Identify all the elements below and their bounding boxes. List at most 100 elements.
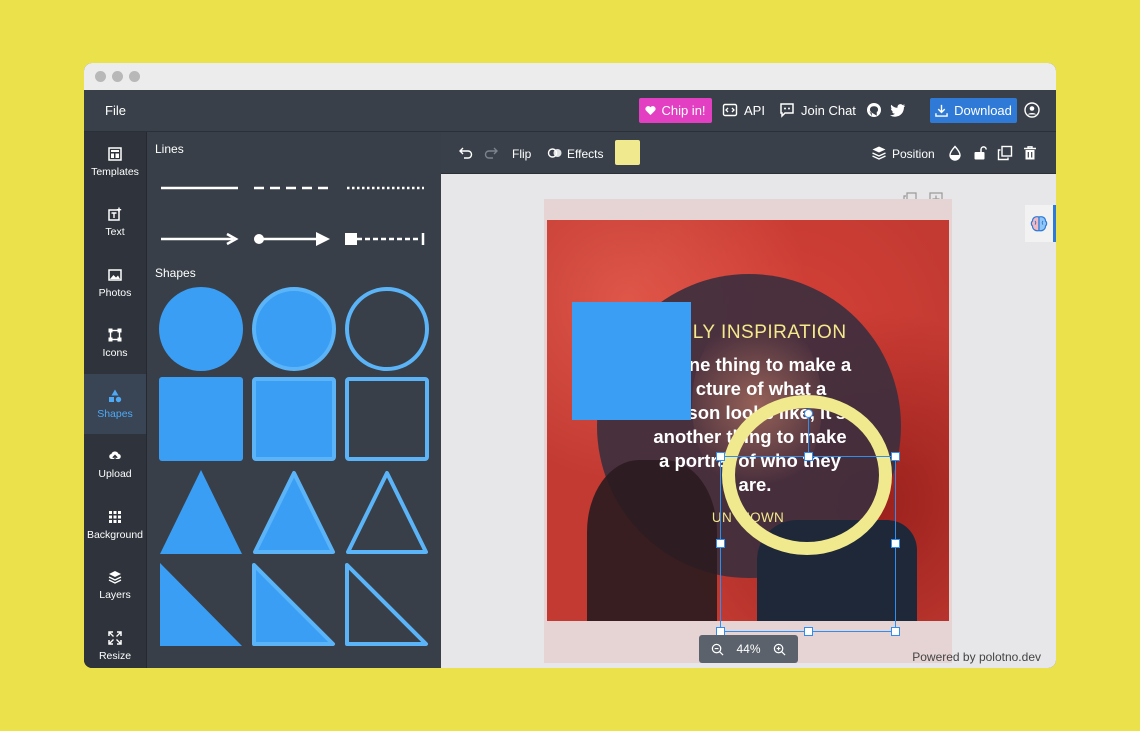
shape-circle-filled[interactable]: [159, 287, 243, 371]
sidebar-item-label: Background: [86, 528, 144, 541]
icons-icon: [108, 328, 122, 341]
background-icon: [109, 510, 121, 523]
download-icon: [935, 104, 948, 117]
file-menu[interactable]: File: [105, 103, 126, 118]
shapes-icon: [109, 389, 122, 402]
sidebar-item-label: Resize: [98, 649, 132, 662]
sidebar-item-text[interactable]: Text: [84, 192, 146, 252]
layers-icon: [108, 570, 122, 584]
shape-square-stroke[interactable]: [345, 377, 429, 461]
sidebar-item-background[interactable]: Background: [84, 495, 146, 555]
shape-right-triangle-filled[interactable]: [160, 563, 242, 646]
resize-handle-bottom[interactable]: [804, 627, 813, 636]
delete-icon[interactable]: [1022, 145, 1038, 161]
shapes-panel: Lines Shapes: [147, 132, 441, 668]
top-bar: File Chip in! API Join Chat Download: [84, 90, 1056, 132]
unlock-icon[interactable]: [972, 145, 988, 161]
resize-handle-top-left[interactable]: [716, 452, 725, 461]
shape-circle-outlined[interactable]: [252, 287, 336, 371]
resize-handle-left[interactable]: [716, 539, 725, 548]
line-square-dashed[interactable]: [345, 233, 425, 245]
api-link[interactable]: API: [744, 103, 765, 118]
shape-right-triangle-stroke[interactable]: [345, 563, 428, 646]
heart-icon: [645, 106, 657, 116]
lines-heading: Lines: [155, 142, 184, 156]
upload-icon: [109, 451, 121, 462]
sidebar-item-shapes[interactable]: Shapes: [84, 374, 146, 434]
position-layers-icon: [872, 146, 886, 160]
selection-box[interactable]: [716, 409, 900, 636]
ai-assistant-button[interactable]: [1025, 205, 1056, 242]
line-arrow[interactable]: [161, 232, 239, 246]
window-close-dot[interactable]: [95, 71, 106, 82]
shapes-grid: [159, 287, 429, 646]
resize-handle-top[interactable]: [804, 452, 813, 461]
line-dot-arrow[interactable]: [254, 232, 330, 246]
editor-toolbar: Flip Effects Position: [441, 132, 1056, 174]
templates-icon: [108, 146, 122, 161]
opacity-icon[interactable]: [947, 145, 963, 161]
sidebar-item-label: Photos: [98, 286, 132, 299]
sidebar-item-label: Layers: [99, 588, 131, 601]
window-maximize-dot[interactable]: [129, 71, 140, 82]
sidebar-item-label: Text: [105, 225, 125, 238]
app-window: File Chip in! API Join Chat Download Tem…: [84, 63, 1056, 668]
chip-in-label: Chip in!: [661, 103, 706, 118]
twitter-icon[interactable]: [890, 102, 906, 118]
powered-by-link[interactable]: Powered by polotno.dev: [912, 650, 1041, 664]
sidebar-item-label: Templates: [91, 165, 139, 178]
sidebar-item-layers[interactable]: Layers: [84, 555, 146, 615]
resize-handle-top-right[interactable]: [891, 452, 900, 461]
join-chat-link[interactable]: Join Chat: [801, 103, 856, 118]
window-titlebar: [84, 63, 1056, 90]
sidebar-item-label: Icons: [102, 346, 128, 359]
user-account-icon[interactable]: [1024, 102, 1040, 118]
rotate-handle-line: [808, 417, 809, 452]
api-icon: [722, 103, 738, 117]
brain-icon: [1030, 215, 1048, 231]
sidebar-item-label: Upload: [98, 467, 132, 480]
shape-square-outlined[interactable]: [252, 377, 336, 461]
sidebar-item-label: Shapes: [97, 407, 133, 420]
blue-square-shape[interactable]: [572, 302, 691, 420]
resize-handle-right[interactable]: [891, 539, 900, 548]
sidebar-item-resize[interactable]: Resize: [84, 616, 146, 668]
zoom-in-icon[interactable]: [773, 643, 786, 656]
flip-button[interactable]: Flip: [512, 147, 531, 161]
shape-circle-stroke[interactable]: [345, 287, 429, 371]
undo-icon[interactable]: [458, 145, 474, 161]
shapes-heading: Shapes: [155, 266, 196, 280]
github-icon[interactable]: [866, 102, 882, 118]
window-minimize-dot[interactable]: [112, 71, 123, 82]
redo-icon[interactable]: [483, 145, 499, 161]
lines-grid: [161, 186, 425, 246]
zoom-level: 44%: [736, 642, 761, 656]
zoom-out-icon[interactable]: [711, 643, 724, 656]
effects-button[interactable]: Effects: [567, 147, 603, 161]
position-button[interactable]: Position: [892, 147, 935, 161]
fill-color-picker[interactable]: [615, 140, 640, 165]
quote-title-text[interactable]: ILY INSPIRATION: [687, 322, 887, 344]
canvas-workspace: ILY INSPIRATION ne thing to make a cture…: [441, 174, 1056, 668]
chip-in-button[interactable]: Chip in!: [639, 98, 712, 123]
sidebar-item-icons[interactable]: Icons: [84, 313, 146, 373]
duplicate-icon[interactable]: [997, 145, 1013, 161]
download-label: Download: [954, 103, 1012, 118]
sidebar-item-upload[interactable]: Upload: [84, 434, 146, 494]
text-icon: [108, 207, 122, 221]
side-navigation: Templates Text Photos Icons Shapes Uploa…: [84, 132, 147, 668]
discord-icon: [780, 103, 794, 118]
resize-icon: [108, 630, 122, 645]
download-button[interactable]: Download: [930, 98, 1017, 123]
sidebar-item-templates[interactable]: Templates: [84, 132, 146, 192]
shape-square-filled[interactable]: [159, 377, 243, 461]
shape-right-triangle-outlined[interactable]: [252, 563, 335, 646]
resize-handle-bottom-right[interactable]: [891, 627, 900, 636]
shape-triangle-filled[interactable]: [160, 470, 242, 554]
effects-icon: [547, 148, 562, 158]
shape-triangle-outlined[interactable]: [253, 471, 335, 554]
zoom-control: 44%: [699, 635, 798, 663]
sidebar-item-photos[interactable]: Photos: [84, 253, 146, 313]
shape-triangle-stroke[interactable]: [346, 471, 428, 554]
photos-icon: [108, 268, 122, 281]
